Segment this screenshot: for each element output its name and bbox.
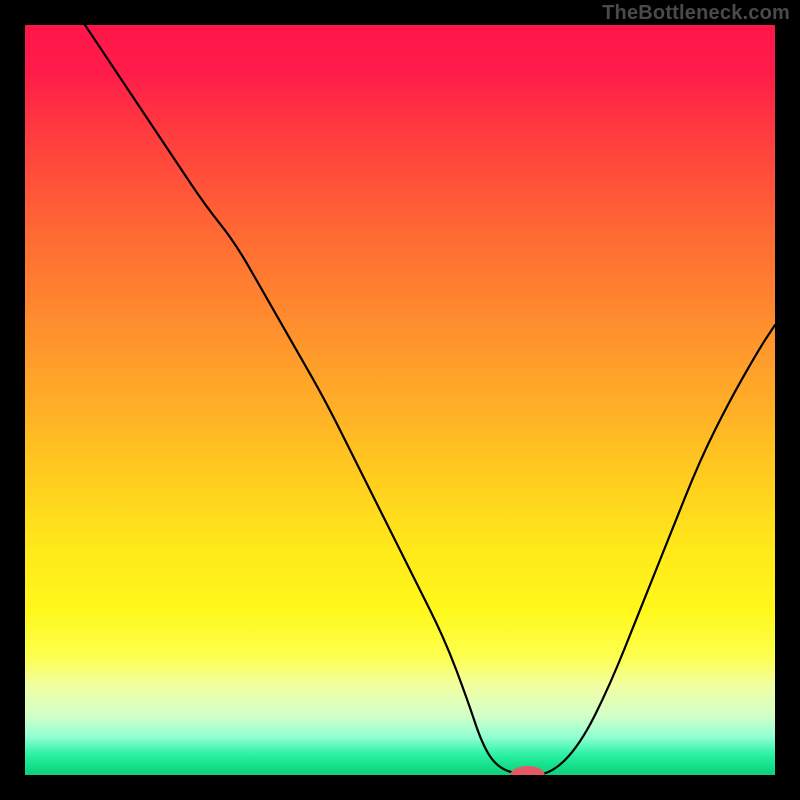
watermark-text: TheBottleneck.com: [602, 2, 790, 25]
plot-area: [25, 25, 775, 775]
curve-layer: [25, 25, 775, 775]
chart-frame: TheBottleneck.com: [0, 0, 800, 800]
bottleneck-curve: [85, 25, 775, 775]
optimum-marker: [510, 766, 545, 775]
